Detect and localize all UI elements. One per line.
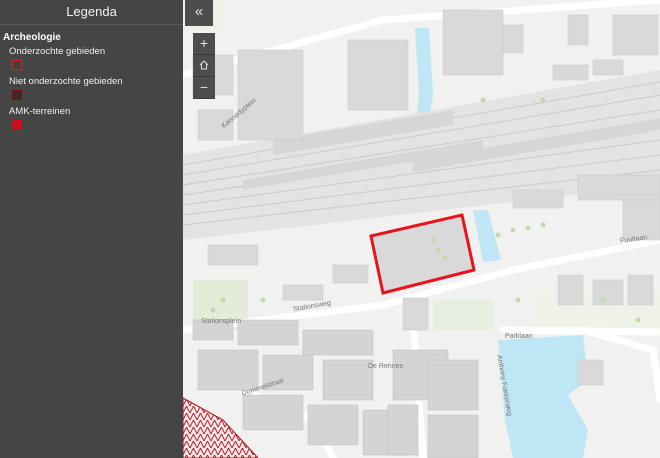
zoom-control: + − xyxy=(193,33,215,99)
street-label: Stationsplein xyxy=(201,318,242,325)
legend-item-onderzocht: Onderzochte gebieden xyxy=(0,43,183,70)
legend-swatch-fill-icon xyxy=(12,120,22,130)
legend-label: AMK-terreinen xyxy=(9,106,71,117)
legend-swatch-dark-icon xyxy=(12,90,22,100)
legend-title: Legenda xyxy=(66,4,117,19)
street-label: De Rennes xyxy=(368,363,404,370)
double-chevron-left-icon: « xyxy=(194,3,204,20)
legend-divider xyxy=(0,24,183,25)
collapse-legend-button[interactable]: « xyxy=(185,0,213,26)
legend-label: Niet onderzochte gebieden xyxy=(9,76,123,87)
street-label: Parklaan xyxy=(505,333,533,340)
home-icon xyxy=(199,60,209,70)
legend-label: Onderzochte gebieden xyxy=(9,46,106,57)
legend-panel: Legenda Archeologie Onderzochte gebieden… xyxy=(0,0,183,458)
map-view[interactable]: Stationsplein Stationsweg Parklaan Fuutl… xyxy=(183,0,660,458)
home-button[interactable] xyxy=(193,55,215,77)
legend-item-niet-onderzocht: Niet onderzochte gebieden xyxy=(0,73,183,100)
legend-swatch-outline-icon xyxy=(12,60,22,70)
zoom-out-button[interactable]: − xyxy=(193,77,215,99)
legend-section-title: Archeologie xyxy=(3,32,61,43)
legend-item-amk: AMK-terreinen xyxy=(0,103,183,130)
zoom-in-button[interactable]: + xyxy=(193,33,215,55)
